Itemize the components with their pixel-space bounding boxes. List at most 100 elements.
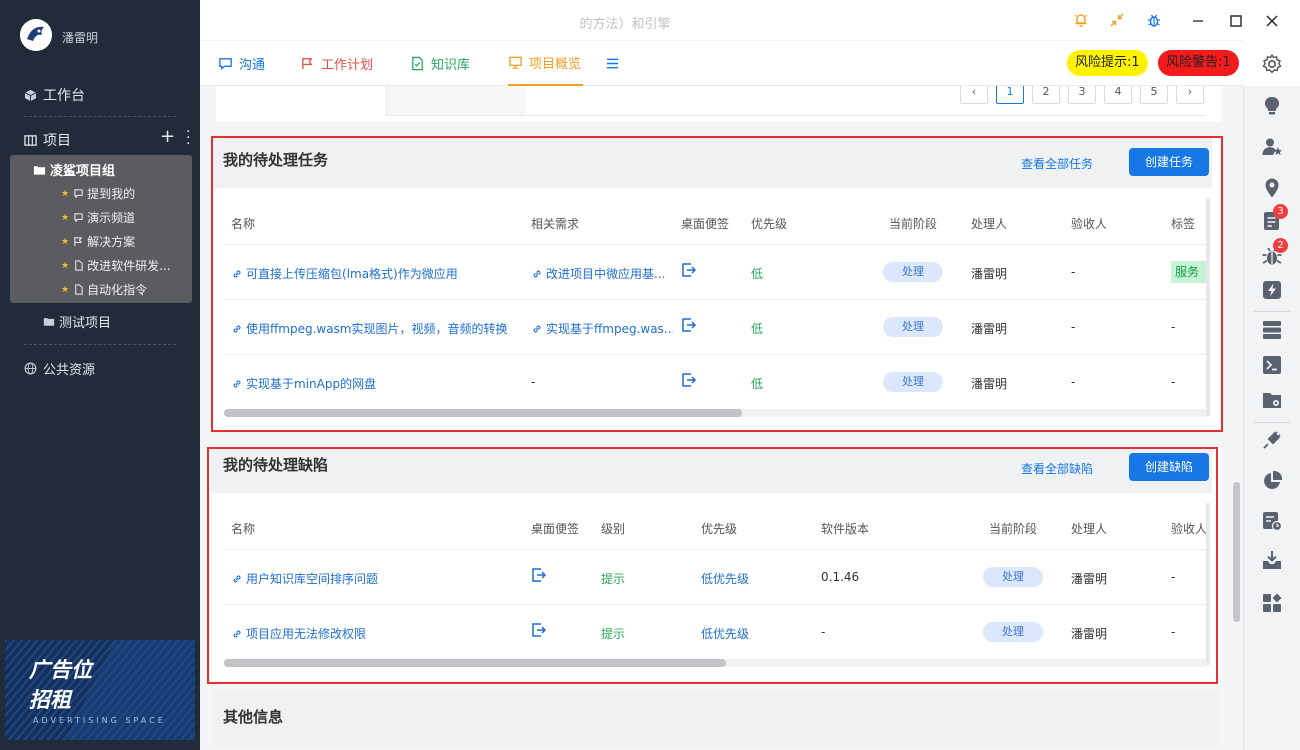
- risk-hint-badge[interactable]: 风险提示:1: [1067, 50, 1148, 76]
- nav-public-resources[interactable]: 公共资源: [24, 359, 95, 378]
- app-grid-icon[interactable]: [1261, 592, 1283, 614]
- divider: [386, 115, 1206, 116]
- schedule-list-icon[interactable]: [1261, 510, 1283, 532]
- user-name: 潘雷明: [62, 31, 99, 45]
- version-value: 0.1.46: [821, 570, 860, 584]
- pending-bugs-panel: 我的待处理缺陷 查看全部缺陷 创建缺陷 名称 桌面便签 级别 优先级 软件版本 …: [212, 449, 1220, 681]
- group-item-improve-dev[interactable]: ★ 改进软件研发...: [61, 257, 171, 274]
- column-header: 相关需求: [531, 217, 580, 231]
- add-project-button[interactable]: +: [160, 126, 175, 147]
- other-info-panel: 其他信息: [212, 690, 1220, 746]
- tab-menu-button[interactable]: [605, 41, 626, 86]
- maximize-button[interactable]: [1227, 12, 1245, 30]
- column-header: 优先级: [701, 522, 738, 536]
- plug-icon[interactable]: [1261, 429, 1283, 451]
- avatar[interactable]: [20, 19, 52, 51]
- requirement-link[interactable]: 实现基于ffmpeg.was...: [531, 320, 673, 337]
- pie-chart-icon[interactable]: [1261, 470, 1283, 492]
- nav-project[interactable]: 项目: [24, 130, 71, 150]
- sidebar: 潘雷明 工作台 项目 + · · · 凌鲨项目组 ★ 提到我的 ★ 演示频道 ★ 解…: [0, 0, 200, 750]
- task-name-link[interactable]: 可直接上传压缩包(lma格式)作为微应用: [231, 265, 521, 282]
- tab-work-plan[interactable]: 工作计划: [300, 41, 373, 86]
- panel-title: 其他信息: [223, 708, 284, 726]
- column-header: 名称: [231, 522, 256, 536]
- vertical-scrollbar[interactable]: [1206, 198, 1210, 416]
- bug-report-icon[interactable]: [1146, 12, 1162, 28]
- page-2[interactable]: 2: [1032, 86, 1060, 104]
- tab-communication[interactable]: 沟通: [218, 41, 265, 86]
- location-pin-icon[interactable]: [1261, 177, 1283, 199]
- desktop-note-icon[interactable]: [681, 262, 697, 281]
- advertising-banner[interactable]: 广告位 招租 ADVERTISING SPACE: [5, 640, 195, 740]
- minimize-button[interactable]: [1189, 12, 1207, 30]
- document-icon: [75, 284, 83, 295]
- terminal-icon[interactable]: [1261, 354, 1283, 376]
- table-cell: [386, 86, 526, 116]
- shrink-icon[interactable]: [1109, 12, 1125, 28]
- priority-value: 低优先级: [701, 627, 750, 641]
- view-all-bugs-link[interactable]: 查看全部缺陷: [1021, 460, 1093, 477]
- prev-page-button[interactable]: ‹: [960, 86, 988, 104]
- next-page-button[interactable]: ›: [1176, 86, 1204, 104]
- column-header: 处理人: [1071, 522, 1108, 536]
- close-button[interactable]: [1263, 12, 1281, 30]
- task-name-link[interactable]: 使用ffmpeg.wasm实现图片，视频，音频的转换: [231, 320, 521, 337]
- nav-workbench[interactable]: 工作台: [24, 85, 85, 105]
- member-star-icon[interactable]: [1261, 136, 1283, 158]
- scrollbar-thumb[interactable]: [224, 409, 742, 417]
- column-header: 处理人: [971, 217, 1008, 231]
- page-4[interactable]: 4: [1104, 86, 1132, 104]
- tab-knowledge-base[interactable]: 知识库: [410, 41, 470, 86]
- group-item-solutions[interactable]: ★ 解决方案: [61, 233, 135, 250]
- create-bug-button[interactable]: 创建缺陷: [1129, 453, 1210, 481]
- stage-badge: 处理: [883, 372, 943, 392]
- pending-tasks-panel: 我的待处理任务 查看全部任务 创建任务 名称 相关需求 桌面便签 优先级 当前阶…: [212, 136, 1220, 430]
- tab-project-overview[interactable]: 项目概览: [508, 41, 584, 86]
- document-icon: [412, 56, 423, 71]
- group-item-demo-channel[interactable]: ★ 演示频道: [61, 209, 135, 226]
- divider: [1254, 311, 1290, 312]
- bug-name-link[interactable]: 用户知识库空间排序问题: [231, 570, 521, 587]
- desktop-note-icon[interactable]: [531, 567, 547, 586]
- nav-test-project[interactable]: 测试项目: [43, 312, 111, 331]
- task-name-link[interactable]: 实现基于minApp的网盘: [231, 375, 521, 392]
- group-item-automation[interactable]: ★ 自动化指令: [61, 281, 147, 298]
- desktop-note-icon[interactable]: [531, 622, 547, 641]
- page-1[interactable]: 1: [996, 86, 1024, 104]
- divider: [224, 244, 1210, 245]
- main-vertical-scrollbar[interactable]: [1233, 482, 1240, 622]
- flash-event-icon[interactable]: [1261, 279, 1283, 301]
- gear-icon[interactable]: [1261, 53, 1283, 75]
- desktop-note-icon[interactable]: [681, 372, 697, 391]
- document-icon: [75, 260, 83, 271]
- divider: [24, 116, 176, 117]
- globe-icon: [24, 362, 37, 375]
- link-icon: [533, 269, 541, 278]
- server-icon[interactable]: [1261, 319, 1283, 341]
- handler-value: 潘雷明: [971, 377, 1008, 391]
- group-item-mentions[interactable]: ★ 提到我的: [61, 185, 135, 202]
- checker-value: -: [1171, 570, 1176, 584]
- page-3[interactable]: 3: [1068, 86, 1096, 104]
- main-content: ‹ 1 2 3 4 5 › 我的待处理任务 查看全部任务 创建任务 名称 相关需…: [200, 86, 1243, 750]
- link-icon: [233, 269, 241, 278]
- stage-badge: 处理: [883, 262, 943, 282]
- requirement-link[interactable]: 改进项目中微应用基...: [531, 265, 673, 282]
- vertical-scrollbar[interactable]: [1206, 503, 1210, 665]
- bug-name-link[interactable]: 项目应用无法修改权限: [231, 625, 521, 642]
- divider: [24, 344, 176, 345]
- notification-bell-icon[interactable]: [1073, 12, 1089, 28]
- download-box-icon[interactable]: [1261, 549, 1283, 571]
- column-header: 当前阶段: [989, 522, 1038, 536]
- scrollbar-thumb[interactable]: [224, 659, 726, 667]
- view-all-tasks-link[interactable]: 查看全部任务: [1021, 155, 1093, 172]
- desktop-note-icon[interactable]: [681, 317, 697, 336]
- lightbulb-icon[interactable]: [1261, 95, 1283, 117]
- create-task-button[interactable]: 创建任务: [1129, 148, 1210, 176]
- risk-warning-badge[interactable]: 风险警告:1: [1158, 50, 1239, 76]
- folder-settings-icon[interactable]: [1261, 389, 1283, 411]
- stage-badge: 处理: [983, 567, 1043, 587]
- page-5[interactable]: 5: [1140, 86, 1168, 104]
- more-options-icon[interactable]: · · ·: [186, 125, 190, 151]
- project-group-title[interactable]: 凌鲨项目组: [33, 160, 115, 179]
